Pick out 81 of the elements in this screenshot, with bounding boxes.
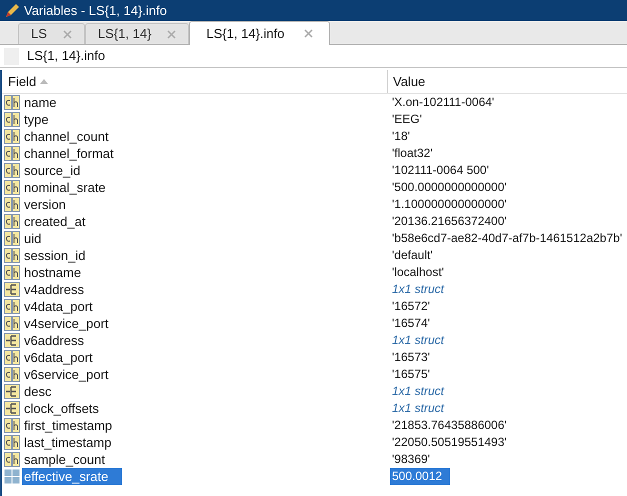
column-header[interactable]: Field: [2, 70, 388, 93]
char-icon: [4, 316, 20, 331]
char-icon: [4, 231, 20, 246]
field-value[interactable]: '18': [390, 128, 412, 145]
char-icon: [4, 248, 20, 263]
tab[interactable]: LS{1, 14}: [84, 23, 190, 44]
field-name[interactable]: channel_format: [22, 145, 116, 162]
field-value[interactable]: '16572': [390, 298, 432, 315]
field-value[interactable]: '16574': [390, 315, 432, 332]
field-value[interactable]: 'EEG': [390, 111, 424, 128]
field-value[interactable]: 1x1 struct: [390, 281, 446, 298]
field-name[interactable]: v6address: [22, 332, 86, 349]
field-value[interactable]: 1x1 struct: [390, 383, 446, 400]
char-icon: [4, 180, 20, 195]
field-name[interactable]: version: [22, 196, 68, 213]
field-value[interactable]: 1x1 struct: [390, 400, 446, 417]
field-name[interactable]: v4data_port: [22, 298, 95, 315]
matrix-icon: [4, 469, 20, 484]
struct-icon: [4, 282, 20, 297]
char-icon: [4, 265, 20, 280]
close-icon[interactable]: [167, 30, 176, 38]
field-name[interactable]: v4address: [22, 281, 86, 298]
field-value[interactable]: '16575': [390, 366, 432, 383]
field-name[interactable]: hostname: [22, 264, 84, 281]
field-value[interactable]: 'localhost': [390, 264, 446, 281]
field-name[interactable]: v4service_port: [22, 315, 111, 332]
field-value[interactable]: 'float32': [390, 145, 435, 162]
char-icon: [4, 197, 20, 212]
field-value[interactable]: 500.0012: [390, 468, 450, 485]
field-name[interactable]: created_at: [22, 213, 88, 230]
field-name[interactable]: name: [22, 94, 59, 111]
struct-icon: [4, 384, 20, 399]
close-icon[interactable]: [304, 29, 314, 38]
field-value[interactable]: '500.0000000000000': [390, 179, 509, 196]
field-value[interactable]: '21853.76435886006': [390, 417, 509, 434]
close-icon[interactable]: [62, 30, 72, 38]
char-icon: [4, 214, 20, 229]
field-name[interactable]: session_id: [22, 247, 88, 264]
window-title: Variables - LS{1, 14}.info: [24, 2, 167, 20]
struct-icon: [4, 401, 20, 416]
char-icon: [4, 435, 20, 450]
tab[interactable]: LS: [18, 23, 85, 44]
field-name[interactable]: clock_offsets: [22, 400, 101, 417]
char-icon: [4, 95, 20, 110]
field-name[interactable]: uid: [22, 230, 44, 247]
field-value[interactable]: 'default': [390, 247, 435, 264]
field-value[interactable]: '98369': [390, 451, 432, 468]
variable-path: LS{1, 14}.info: [27, 47, 106, 66]
field-value[interactable]: 'b58e6cd7-ae82-40d7-af7b-1461512a2b7b': [390, 230, 624, 247]
char-icon: [4, 146, 20, 161]
column-header[interactable]: Value: [388, 70, 627, 93]
field-name[interactable]: sample_count: [22, 451, 107, 468]
field-name[interactable]: type: [22, 111, 51, 128]
field-name[interactable]: effective_srate: [22, 468, 122, 485]
sort-ascending-icon: [40, 79, 48, 84]
char-icon: [4, 418, 20, 433]
field-value[interactable]: '22050.50519551493': [390, 434, 509, 451]
pencil-icon: [4, 2, 20, 18]
char-icon: [4, 299, 20, 314]
field-name[interactable]: v6data_port: [22, 349, 95, 366]
field-name[interactable]: v6service_port: [22, 366, 111, 383]
field-name[interactable]: last_timestamp: [22, 434, 114, 451]
field-name[interactable]: first_timestamp: [22, 417, 114, 434]
field-value[interactable]: '20136.21656372400': [390, 213, 509, 230]
field-value[interactable]: '102111-0064 500': [390, 162, 491, 179]
char-icon: [4, 163, 20, 178]
char-icon: [4, 112, 20, 127]
char-icon: [4, 452, 20, 467]
char-icon: [4, 350, 20, 365]
char-icon: [4, 129, 20, 144]
field-value[interactable]: '1.100000000000000': [390, 196, 509, 213]
field-name[interactable]: source_id: [22, 162, 82, 179]
field-value[interactable]: '16573': [390, 349, 432, 366]
field-value[interactable]: 1x1 struct: [390, 332, 446, 349]
tab[interactable]: LS{1, 14}.info: [189, 21, 330, 45]
field-name[interactable]: desc: [22, 383, 54, 400]
char-icon: [4, 367, 20, 382]
field-value[interactable]: 'X.on-102111-0064': [390, 94, 496, 111]
field-name[interactable]: nominal_srate: [22, 179, 108, 196]
struct-icon: [4, 333, 20, 348]
field-name[interactable]: channel_count: [22, 128, 111, 145]
